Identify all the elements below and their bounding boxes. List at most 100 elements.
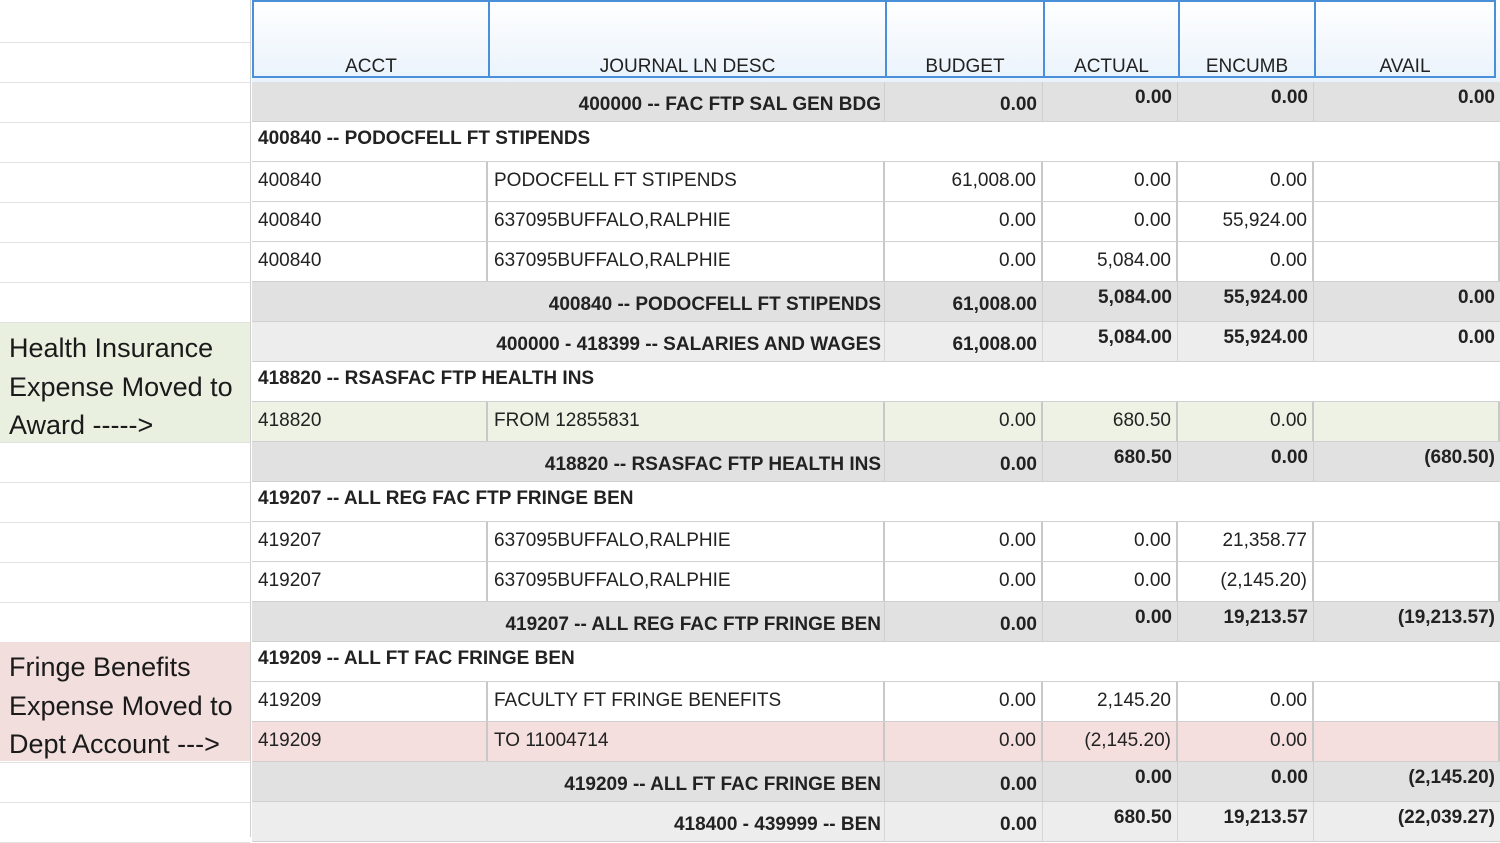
- column-header-avail[interactable]: AVAIL: [1314, 0, 1496, 78]
- avail-cell: (680.50): [1424, 447, 1495, 468]
- table-row[interactable]: 400840 637095BUFFALO,RALPHIE 0.00 5,084.00 0…: [252, 242, 1500, 282]
- encumb-cell: 0.00: [1178, 162, 1314, 201]
- budget-cell: 0.00: [885, 522, 1043, 561]
- acct-cell: 419209: [252, 722, 488, 761]
- budget-cell: 0.00: [885, 682, 1043, 721]
- budget-cell: 0.00: [885, 402, 1043, 441]
- encumb-cell: 0.00: [1178, 242, 1314, 281]
- total-label: 418400 - 439999 -- BEN: [252, 802, 885, 841]
- account-heading-row[interactable]: 418820 -- RSASFAC FTP HEALTH INS: [252, 362, 1500, 402]
- budget-cell: 0.00: [885, 762, 1043, 801]
- table-row[interactable]: 419209 FACULTY FT FRINGE BENEFITS 0.00 2,14…: [252, 682, 1500, 722]
- subtotal-row[interactable]: 400840 -- PODOCFELL FT STIPENDS 61,008.00…: [252, 282, 1500, 322]
- desc-cell: TO 11004714: [488, 722, 885, 761]
- desc-cell: 637095BUFFALO,RALPHIE: [488, 242, 885, 281]
- budget-cell: 61,008.00: [885, 162, 1043, 201]
- actual-cell: 2,145.20: [1043, 682, 1178, 721]
- column-header-budget[interactable]: BUDGET: [885, 0, 1043, 78]
- actual-cell: 5,084.00: [1043, 322, 1178, 361]
- actual-cell: 0.00: [1043, 162, 1178, 201]
- acct-cell: 400840: [252, 242, 488, 281]
- total-label: 419207 -- ALL REG FAC FTP FRINGE BEN: [252, 602, 885, 641]
- account-heading-label: 419207 -- ALL REG FAC FTP FRINGE BEN: [258, 488, 634, 509]
- note-line: Fringe Benefits: [9, 652, 191, 682]
- actual-cell: 680.50: [1043, 442, 1178, 481]
- avail-cell: (19,213.57): [1397, 607, 1495, 628]
- table-row[interactable]: 419209 TO 11004714 0.00 (2,145.20) 0.00: [252, 722, 1500, 762]
- row-divider: [0, 522, 250, 523]
- subtotal-row[interactable]: 419209 -- ALL FT FAC FRINGE BEN 0.00 0.00 0…: [252, 762, 1500, 802]
- encumb-cell: 0.00: [1178, 402, 1314, 441]
- note-line: Health Insurance: [9, 333, 214, 363]
- avail-cell: [1314, 682, 1500, 721]
- range-total-row[interactable]: 400000 - 418399 -- SALARIES AND WAGES 61,…: [252, 322, 1500, 362]
- account-heading-label: 418820 -- RSASFAC FTP HEALTH INS: [258, 368, 595, 389]
- actual-cell: 0.00: [1043, 522, 1178, 561]
- actual-cell: 0.00: [1043, 82, 1178, 121]
- table-row[interactable]: 418820 FROM 12855831 0.00 680.50 0.00: [252, 402, 1500, 442]
- column-header-acct[interactable]: ACCT: [252, 0, 488, 78]
- grid-body: 400000 -- FAC FTP SAL GEN BDG 0.00 0.00 0.0…: [252, 82, 1500, 842]
- avail-cell: 0.00: [1458, 287, 1495, 308]
- acct-cell: 419207: [252, 522, 488, 561]
- table-row[interactable]: 400840 637095BUFFALO,RALPHIE 0.00 0.00 55,92…: [252, 202, 1500, 242]
- encumb-cell: 0.00: [1178, 82, 1314, 121]
- subtotal-row[interactable]: 419207 -- ALL REG FAC FTP FRINGE BEN 0.00…: [252, 602, 1500, 642]
- encumb-cell: 55,924.00: [1178, 282, 1314, 321]
- table-row[interactable]: 400840 PODOCFELL FT STIPENDS 61,008.00 0.00…: [252, 162, 1500, 202]
- row-divider: [0, 162, 250, 163]
- encumb-cell: 55,924.00: [1178, 202, 1314, 241]
- acct-cell: 418820: [252, 402, 488, 441]
- total-label: 400000 - 418399 -- SALARIES AND WAGES: [252, 322, 885, 361]
- avail-cell: [1314, 162, 1500, 201]
- account-heading-row[interactable]: 419209 -- ALL FT FAC FRINGE BEN: [252, 642, 1500, 682]
- row-divider: [0, 562, 250, 563]
- account-heading-label: 419209 -- ALL FT FAC FRINGE BEN: [258, 648, 575, 669]
- column-header-encumb[interactable]: ENCUMB: [1178, 0, 1314, 78]
- column-header-desc[interactable]: JOURNAL LN DESC: [488, 0, 885, 78]
- desc-cell: 637095BUFFALO,RALPHIE: [488, 202, 885, 241]
- budget-cell: 61,008.00: [885, 322, 1043, 361]
- subtotal-row[interactable]: 400000 -- FAC FTP SAL GEN BDG 0.00 0.00 0.0…: [252, 82, 1500, 122]
- avail-cell: (2,145.20): [1408, 767, 1495, 788]
- row-divider: [0, 482, 250, 483]
- actual-cell: 0.00: [1043, 602, 1178, 641]
- encumb-cell: 0.00: [1178, 762, 1314, 801]
- encumb-cell: 0.00: [1178, 722, 1314, 761]
- account-heading-label: 400840 -- PODOCFELL FT STIPENDS: [258, 128, 591, 149]
- account-heading-row[interactable]: 400840 -- PODOCFELL FT STIPENDS: [252, 122, 1500, 162]
- column-header-actual[interactable]: ACTUAL: [1043, 0, 1178, 78]
- desc-cell: FACULTY FT FRINGE BENEFITS: [488, 682, 885, 721]
- avail-cell: [1314, 722, 1500, 761]
- account-heading-row[interactable]: 419207 -- ALL REG FAC FTP FRINGE BEN: [252, 482, 1500, 522]
- total-label: 419209 -- ALL FT FAC FRINGE BEN: [252, 762, 885, 801]
- subtotal-row[interactable]: 418820 -- RSASFAC FTP HEALTH INS 0.00 680.…: [252, 442, 1500, 482]
- table-row[interactable]: 419207 637095BUFFALO,RALPHIE 0.00 0.00 21,35…: [252, 522, 1500, 562]
- avail-cell: [1314, 242, 1500, 281]
- table-row[interactable]: 419207 637095BUFFALO,RALPHIE 0.00 0.00 (2,14…: [252, 562, 1500, 602]
- avail-cell: [1314, 402, 1500, 441]
- grid-header: ACCT JOURNAL LN DESC BUDGET ACTUAL ENCUM…: [252, 0, 1500, 82]
- actual-cell: 0.00: [1043, 762, 1178, 801]
- avail-cell: [1314, 522, 1500, 561]
- acct-cell: 419207: [252, 562, 488, 601]
- range-total-row[interactable]: 418400 - 439999 -- BEN 0.00 680.50 19,213.5…: [252, 802, 1500, 842]
- encumb-cell: 55,924.00: [1178, 322, 1314, 361]
- budget-cell: 0.00: [885, 722, 1043, 761]
- note-line: Award ----->: [9, 410, 154, 440]
- row-divider: [0, 282, 250, 283]
- encumb-cell: 21,358.77: [1178, 522, 1314, 561]
- budget-cell: 0.00: [885, 602, 1043, 641]
- row-divider: [0, 202, 250, 203]
- fringe-benefits-note: Fringe Benefits Expense Moved to Dept Ac…: [0, 642, 250, 761]
- actual-cell: 0.00: [1043, 202, 1178, 241]
- acct-cell: 419209: [252, 682, 488, 721]
- total-label: 400000 -- FAC FTP SAL GEN BDG: [252, 82, 885, 121]
- row-divider: [0, 82, 250, 83]
- actual-cell: 5,084.00: [1043, 242, 1178, 281]
- note-line: Expense Moved to: [9, 371, 233, 402]
- acct-cell: 400840: [252, 162, 488, 201]
- note-line: Expense Moved to: [9, 690, 233, 721]
- encumb-cell: 0.00: [1178, 442, 1314, 481]
- avail-cell: [1314, 202, 1500, 241]
